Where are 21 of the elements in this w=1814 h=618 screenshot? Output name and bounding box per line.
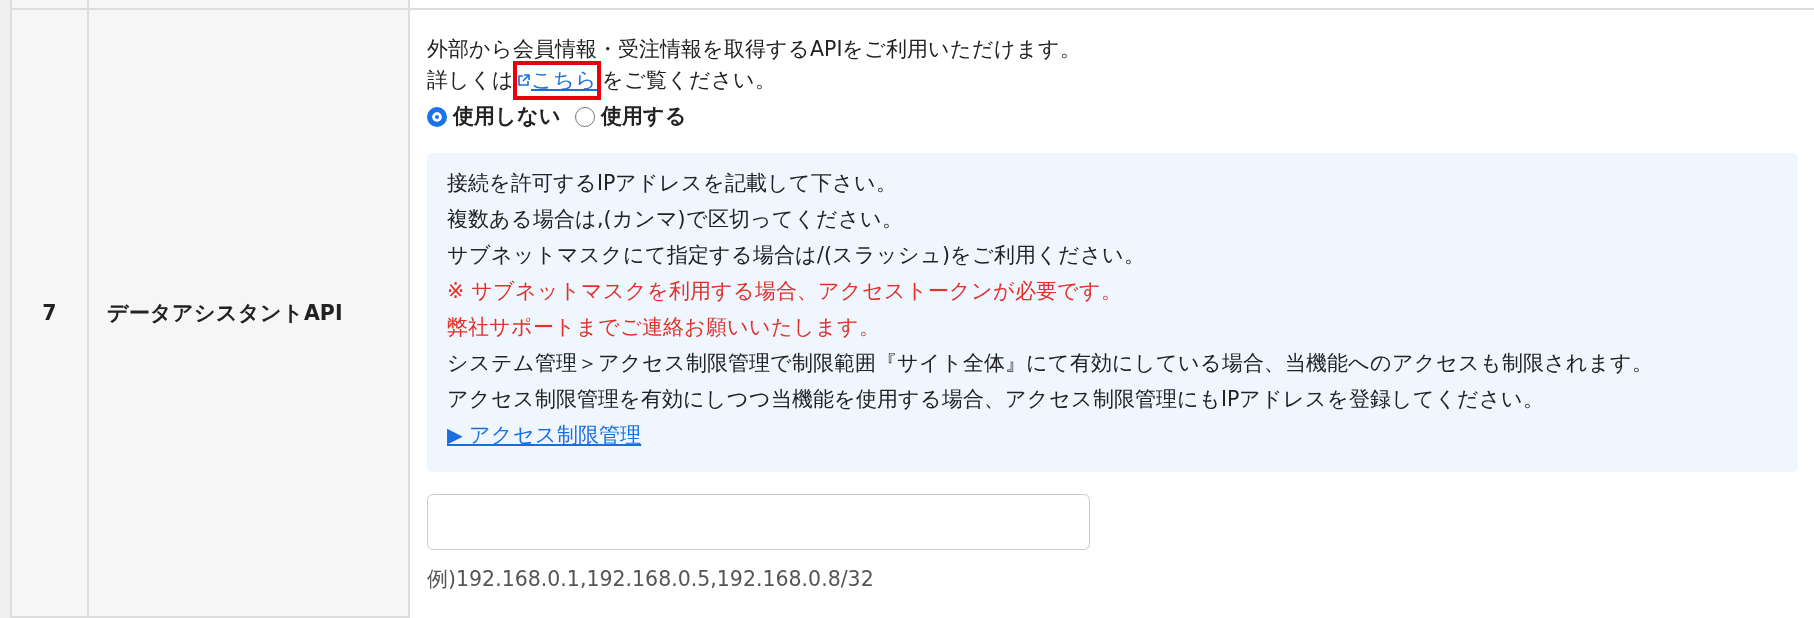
radio-label[interactable]: 使用する bbox=[601, 101, 687, 132]
radio-button[interactable] bbox=[575, 106, 595, 127]
note-text: システム管理＞アクセス制限管理で制限範囲『サイト全体』にて有効にしている場合、当機能へのアクセスも制限されます。 bbox=[447, 350, 1654, 377]
description-text: をご覧ください。 bbox=[602, 68, 776, 92]
warning-text: 弊社サポートまでご連絡お願いいたします。 bbox=[447, 314, 881, 341]
radio-label[interactable]: 使用しない bbox=[453, 101, 561, 132]
note-text: 複数ある場合は,(カンマ)で区切ってください。 bbox=[447, 206, 904, 233]
setting-label: データアシスタントAPI bbox=[107, 300, 343, 327]
table-cell bbox=[0, 0, 12, 10]
access-restriction-link[interactable]: ▶ アクセス制限管理 bbox=[447, 423, 642, 447]
description-text: 外部から会員情報・受注情報を取得するAPIをご利用いただけます。 bbox=[427, 36, 1083, 63]
row-number: 7 bbox=[42, 301, 57, 325]
note-text: アクセス制限管理を有効にしつつ当機能を使用する場合、アクセス制限管理にもIPアドレスを登録してください。 bbox=[447, 386, 1546, 413]
ip-address-field[interactable] bbox=[427, 494, 1090, 550]
note-text: 接続を許可するIPアドレスを記載して下さい。 bbox=[447, 170, 899, 197]
example-hint: 例)192.168.0.1,192.168.0.5,192.168.0.8/32 bbox=[427, 566, 875, 593]
description-text: 詳しくは bbox=[427, 68, 514, 92]
warning-text: ※ サブネットマスクを利用する場合、アクセストークンが必要です。 bbox=[447, 278, 1123, 305]
note-text: サブネットマスクにて指定する場合は/(スラッシュ)をご利用ください。 bbox=[447, 242, 1146, 269]
external-link-icon bbox=[517, 74, 530, 87]
radio-button[interactable] bbox=[427, 106, 447, 127]
